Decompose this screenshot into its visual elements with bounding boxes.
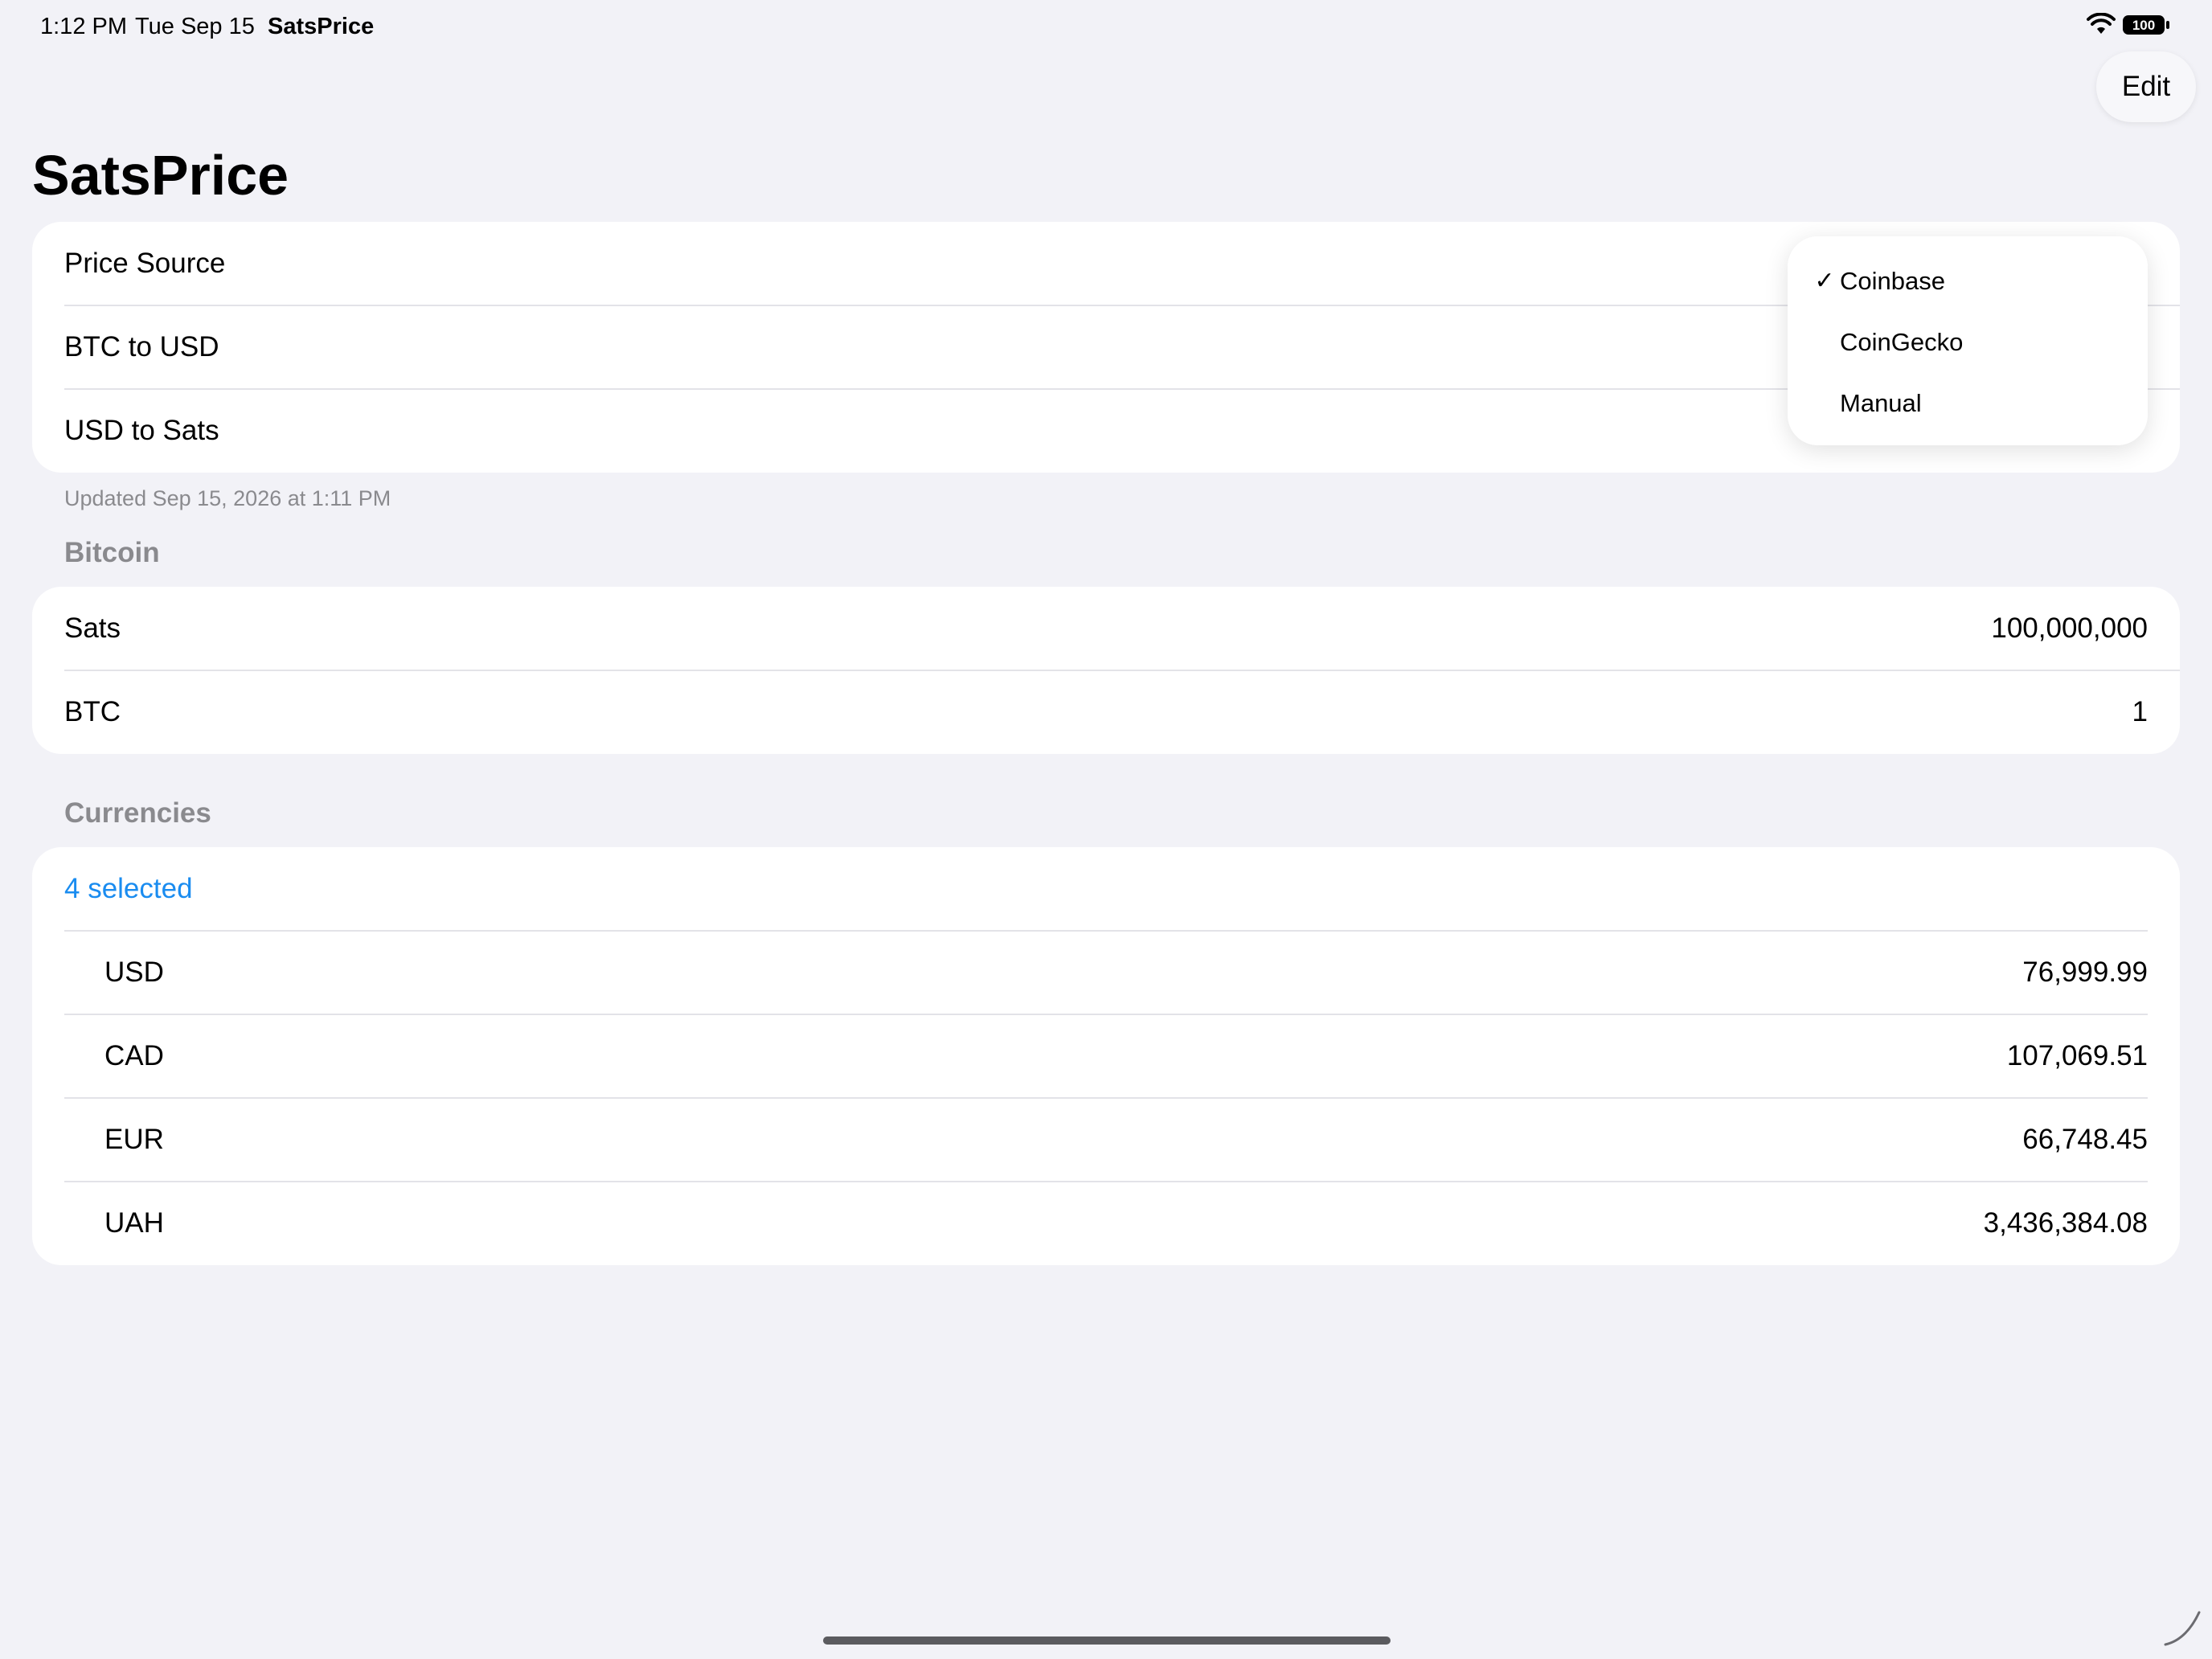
bitcoin-section-header: Bitcoin: [64, 537, 160, 568]
currency-code: EUR: [104, 1124, 164, 1155]
currencies-card: 4 selected USD 76,999.99 CAD 107,069.51 …: [32, 847, 2180, 1265]
bitcoin-card: Sats 100,000,000 BTC 1: [32, 587, 2180, 754]
menu-item-manual[interactable]: Manual: [1788, 373, 2148, 434]
sats-row[interactable]: Sats 100,000,000: [64, 587, 2148, 670]
currency-row-eur[interactable]: EUR 66,748.45: [64, 1098, 2148, 1182]
page-title: SatsPrice: [32, 144, 289, 207]
status-date: Tue Sep 15: [135, 14, 255, 39]
btc-to-usd-label: BTC to USD: [64, 331, 219, 363]
currency-row-usd[interactable]: USD 76,999.99: [64, 931, 2148, 1014]
battery-icon: 100: [2122, 14, 2170, 35]
us-flag-icon: [64, 961, 93, 982]
updated-timestamp: Updated Sep 15, 2026 at 1:11 PM: [64, 486, 391, 510]
menu-item-label: Manual: [1840, 389, 1922, 417]
price-source-menu: ✓ Coinbase CoinGecko Manual: [1788, 236, 2148, 445]
sats-value[interactable]: 100,000,000: [1991, 587, 2148, 670]
currencies-selected-link[interactable]: 4 selected: [64, 847, 193, 931]
btc-label: BTC: [64, 696, 121, 727]
currency-value[interactable]: 3,436,384.08: [1984, 1182, 2148, 1265]
menu-item-label: Coinbase: [1840, 267, 1945, 295]
price-source-label: Price Source: [64, 248, 226, 279]
menu-item-label: CoinGecko: [1840, 328, 1964, 356]
eu-flag-icon: [64, 1129, 93, 1149]
checkmark-icon: ✓: [1814, 268, 1835, 294]
currency-row-cad[interactable]: CAD 107,069.51: [64, 1014, 2148, 1098]
currency-value[interactable]: 66,748.45: [2022, 1098, 2148, 1182]
battery-level: 100: [2132, 18, 2155, 33]
currency-row-uah[interactable]: UAH 3,436,384.08: [64, 1182, 2148, 1265]
sats-label: Sats: [64, 612, 121, 644]
btc-value[interactable]: 1: [2132, 670, 2148, 754]
status-app-name: SatsPrice: [268, 14, 375, 39]
usd-to-sats-label: USD to Sats: [64, 415, 219, 446]
currencies-section-header: Currencies: [64, 797, 211, 829]
ukraine-flag-icon: [64, 1212, 93, 1233]
currency-value[interactable]: 76,999.99: [2022, 931, 2148, 1014]
status-time: 1:12 PM: [40, 14, 127, 39]
corner-gesture-icon: [2164, 1611, 2201, 1646]
menu-item-coinbase[interactable]: ✓ Coinbase: [1788, 251, 2148, 312]
currency-code: CAD: [104, 1040, 164, 1071]
menu-item-coingecko[interactable]: CoinGecko: [1788, 312, 2148, 373]
wifi-icon: [2087, 13, 2116, 34]
edit-button[interactable]: Edit: [2096, 51, 2196, 122]
select-currencies-row[interactable]: 4 selected: [64, 847, 2148, 931]
currency-code: USD: [104, 956, 164, 988]
btc-row[interactable]: BTC 1: [64, 670, 2148, 754]
canada-flag-icon: [64, 1045, 93, 1066]
currency-code: UAH: [104, 1207, 164, 1239]
currency-value[interactable]: 107,069.51: [2007, 1014, 2148, 1098]
home-indicator[interactable]: [823, 1636, 1391, 1645]
